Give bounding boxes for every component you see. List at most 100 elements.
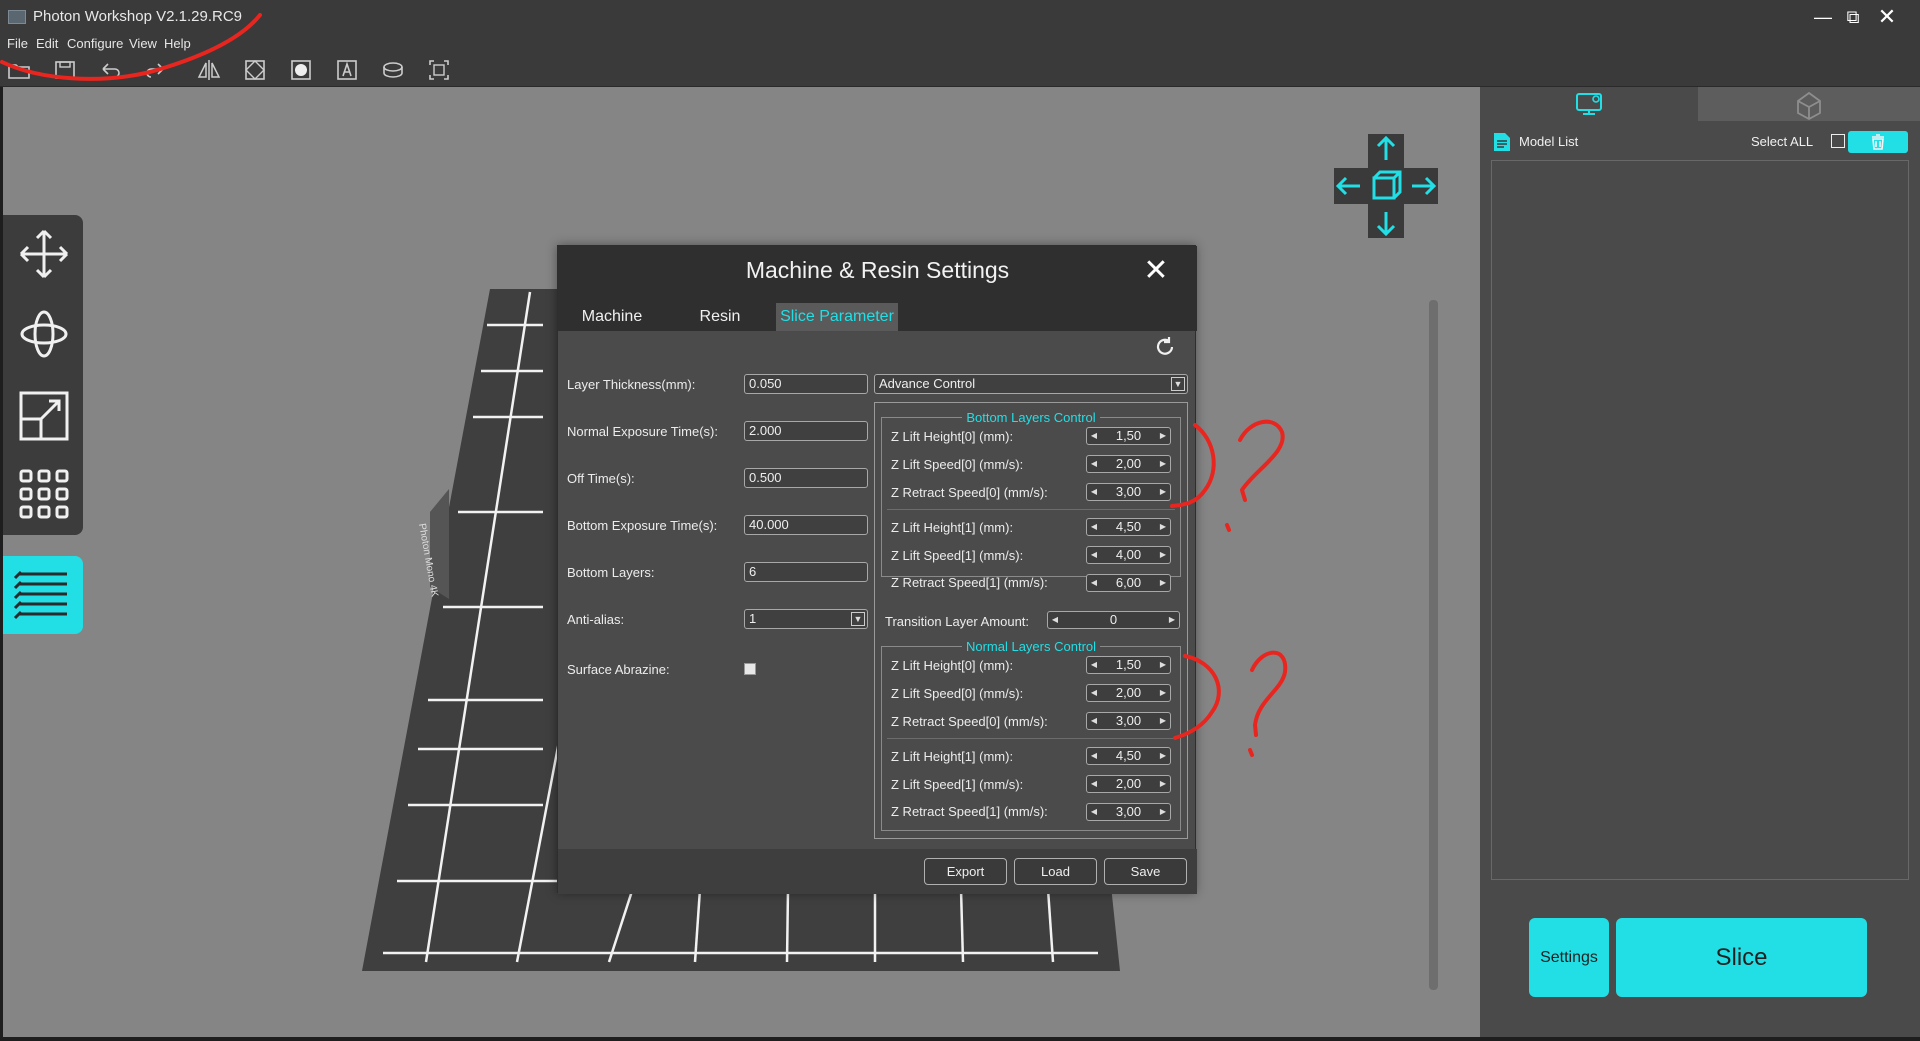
increment-icon[interactable]: ▶ xyxy=(1157,657,1169,673)
increment-icon[interactable]: ▶ xyxy=(1157,428,1169,444)
bottom-z-lift-height-1-spinner[interactable]: ◀ 4,50 ▶ xyxy=(1086,518,1171,536)
spinner-value: 1,50 xyxy=(1115,428,1142,443)
spinner-value: 3,00 xyxy=(1115,713,1142,728)
machine-resin-settings-dialog: Machine & Resin Settings ✕ Machine Resin… xyxy=(557,245,1197,894)
anti-alias-select[interactable]: 1 ▼ xyxy=(744,609,868,629)
view-navigation-cube[interactable] xyxy=(1330,130,1442,242)
bottom-z-lift-height-0-spinner[interactable]: ◀ 1,50 ▶ xyxy=(1086,427,1171,445)
layers-button[interactable] xyxy=(3,556,83,634)
bottom-z-lift-speed-0-spinner[interactable]: ◀ 2,00 ▶ xyxy=(1086,455,1171,473)
redo-icon[interactable] xyxy=(143,57,169,83)
bottom-z-retract-speed-0-spinner[interactable]: ◀ 3,00 ▶ xyxy=(1086,483,1171,501)
text-tool-icon[interactable] xyxy=(334,57,360,83)
increment-icon[interactable]: ▶ xyxy=(1157,547,1169,563)
increment-icon[interactable]: ▶ xyxy=(1157,776,1169,792)
tab-slice-parameter[interactable]: Slice Parameter xyxy=(776,303,898,331)
dialog-header: Machine & Resin Settings ✕ xyxy=(558,246,1197,298)
spinner-value: 2,00 xyxy=(1115,776,1142,791)
save-file-icon[interactable] xyxy=(52,57,78,83)
increment-icon[interactable]: ▶ xyxy=(1157,456,1169,472)
increment-icon[interactable]: ▶ xyxy=(1157,519,1169,535)
move-icon[interactable] xyxy=(15,225,73,283)
increment-icon[interactable]: ▶ xyxy=(1157,713,1169,729)
increment-icon[interactable]: ▶ xyxy=(1157,575,1169,591)
delete-models-button[interactable] xyxy=(1848,131,1908,153)
trash-icon xyxy=(1872,134,1884,150)
open-file-icon[interactable] xyxy=(6,57,32,83)
close-window-button[interactable]: ✕ xyxy=(1872,5,1902,29)
normal-z-lift-speed-1-spinner[interactable]: ◀ 2,00 ▶ xyxy=(1086,775,1171,793)
menu-file[interactable]: File xyxy=(7,36,28,51)
spinner-value: 6,00 xyxy=(1115,575,1142,590)
divider xyxy=(887,738,1175,739)
normal-z-lift-height-0-spinner[interactable]: ◀ 1,50 ▶ xyxy=(1086,656,1171,674)
increment-icon[interactable]: ▶ xyxy=(1157,748,1169,764)
bottom-z-lift-speed-1-label: Z Lift Speed[1] (mm/s): xyxy=(891,548,1024,563)
normal-exposure-input[interactable]: 2.000 xyxy=(744,421,868,441)
toolbar xyxy=(0,53,1920,87)
increment-icon[interactable]: ▶ xyxy=(1166,612,1178,628)
menu-help[interactable]: Help xyxy=(164,36,191,51)
spinner-value: 1,50 xyxy=(1115,657,1142,672)
chevron-down-icon: ▼ xyxy=(1171,377,1185,391)
spinner-value: 4,50 xyxy=(1115,519,1142,534)
scale-icon[interactable] xyxy=(15,387,73,445)
off-time-input[interactable]: 0.500 xyxy=(744,468,868,488)
spinner-value: 0 xyxy=(1109,612,1118,627)
load-button[interactable]: Load xyxy=(1014,858,1097,885)
spinner-value: 3,00 xyxy=(1115,484,1142,499)
settings-button[interactable]: Settings xyxy=(1529,918,1609,997)
menu-configure[interactable]: Configure xyxy=(67,36,123,51)
bottom-z-lift-speed-1-spinner[interactable]: ◀ 4,00 ▶ xyxy=(1086,546,1171,564)
dialog-title: Machine & Resin Settings xyxy=(745,257,1010,283)
bottom-exposure-input[interactable]: 40.000 xyxy=(744,515,868,535)
normal-z-retract-speed-1-label: Z Retract Speed[1] (mm/s): xyxy=(891,804,1048,819)
right-panel: Model List Select ALL Settings Slice xyxy=(1480,87,1920,1037)
punch-hole-icon[interactable] xyxy=(288,57,314,83)
bottom-z-retract-speed-1-spinner[interactable]: ◀ 6,00 ▶ xyxy=(1086,574,1171,592)
export-button[interactable]: Export xyxy=(924,858,1007,885)
control-mode-select[interactable]: Advance Control ▼ xyxy=(874,374,1188,394)
hollow-icon[interactable] xyxy=(242,57,268,83)
normal-z-lift-height-1-spinner[interactable]: ◀ 4,50 ▶ xyxy=(1086,747,1171,765)
menu-bar: File Edit Configure View Help xyxy=(0,35,1920,53)
layers-icon xyxy=(13,570,67,620)
tab-machine[interactable]: Machine xyxy=(558,303,666,331)
arrange-grid-icon[interactable] xyxy=(15,465,73,523)
increment-icon[interactable]: ▶ xyxy=(1157,685,1169,701)
model-list[interactable] xyxy=(1491,160,1909,880)
close-icon[interactable]: ✕ xyxy=(1140,256,1172,288)
increment-icon[interactable]: ▶ xyxy=(1157,804,1169,820)
tab-supports[interactable] xyxy=(1698,87,1920,121)
undo-icon[interactable] xyxy=(97,57,123,83)
normal-z-retract-speed-0-label: Z Retract Speed[0] (mm/s): xyxy=(891,714,1048,729)
normal-z-retract-speed-0-spinner[interactable]: ◀ 3,00 ▶ xyxy=(1086,712,1171,730)
viewport-scrollbar[interactable] xyxy=(1429,300,1438,990)
transition-layer-spinner[interactable]: ◀ 0 ▶ xyxy=(1047,611,1180,629)
normal-z-retract-speed-1-spinner[interactable]: ◀ 3,00 ▶ xyxy=(1086,803,1171,821)
minimize-button[interactable]: — xyxy=(1808,5,1838,29)
menu-edit[interactable]: Edit xyxy=(36,36,58,51)
normal-z-lift-speed-0-spinner[interactable]: ◀ 2,00 ▶ xyxy=(1086,684,1171,702)
layout-icon[interactable] xyxy=(426,57,452,83)
tab-print-settings[interactable] xyxy=(1480,87,1698,121)
support-icon[interactable] xyxy=(380,57,406,83)
layer-thickness-input[interactable]: 0.050 xyxy=(744,374,868,394)
slice-button[interactable]: Slice xyxy=(1616,918,1867,997)
spinner-value: 3,00 xyxy=(1115,804,1142,819)
tab-resin[interactable]: Resin xyxy=(666,303,774,331)
model-list-icon xyxy=(1494,133,1510,151)
bottom-layers-title-text: Bottom Layers Control xyxy=(962,410,1100,425)
increment-icon[interactable]: ▶ xyxy=(1157,484,1169,500)
menu-view[interactable]: View xyxy=(129,36,157,51)
refresh-icon[interactable] xyxy=(1152,334,1178,360)
restore-button[interactable]: ⧉ xyxy=(1838,5,1868,29)
title-bar: Photon Workshop V2.1.29.RC9 — ⧉ ✕ xyxy=(0,0,1920,35)
bottom-z-retract-speed-0-label: Z Retract Speed[0] (mm/s): xyxy=(891,485,1048,500)
rotate-icon[interactable] xyxy=(15,305,73,363)
save-button[interactable]: Save xyxy=(1104,858,1187,885)
surface-abrazine-checkbox[interactable] xyxy=(744,663,756,675)
select-all-checkbox[interactable] xyxy=(1831,134,1845,148)
bottom-layers-input[interactable]: 6 xyxy=(744,562,868,582)
mirror-icon[interactable] xyxy=(196,57,222,83)
